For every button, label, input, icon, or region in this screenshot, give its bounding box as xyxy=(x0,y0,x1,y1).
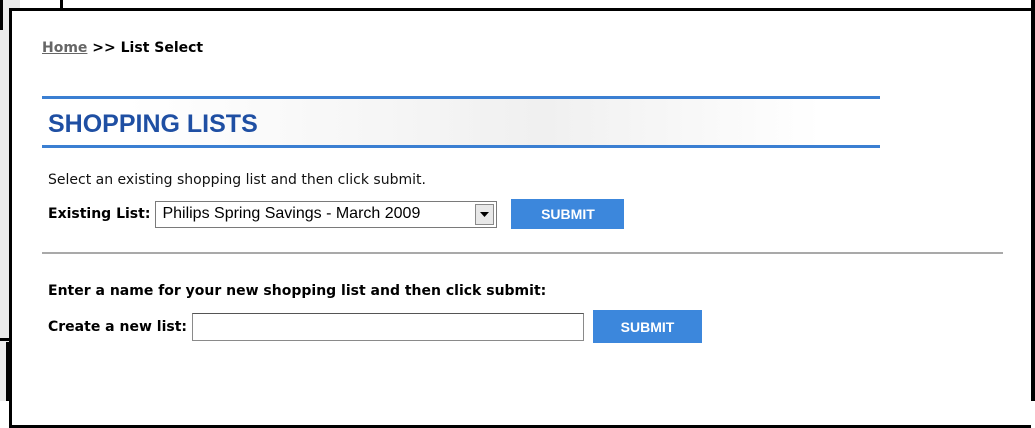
existing-list-row: Existing List: Philips Spring Savings - … xyxy=(48,199,625,229)
existing-list-submit-button[interactable]: SUBMIT xyxy=(511,199,625,229)
page-title: SHOPPING LISTS xyxy=(48,110,258,138)
new-list-instruction: Enter a name for your new shopping list … xyxy=(48,283,547,299)
existing-list-select[interactable]: Philips Spring Savings - March 2009 xyxy=(155,200,498,228)
new-list-label: Create a new list: xyxy=(48,318,187,335)
breadcrumb-home-link[interactable]: Home xyxy=(42,40,87,56)
breadcrumb: Home >> List Select xyxy=(42,40,203,56)
new-list-submit-button[interactable]: SUBMIT xyxy=(593,310,702,343)
existing-list-label: Existing List: xyxy=(48,206,151,222)
section-divider xyxy=(42,252,1003,254)
breadcrumb-current: List Select xyxy=(120,40,204,56)
section-header-bottom-rule xyxy=(42,145,880,148)
new-list-row: Create a new list: SUBMIT xyxy=(48,310,702,343)
existing-list-selected-value: Philips Spring Savings - March 2009 xyxy=(162,204,421,222)
background-window-border xyxy=(1031,0,1035,401)
background-window-border xyxy=(0,0,3,30)
new-list-name-input[interactable] xyxy=(192,312,584,341)
chevron-down-icon[interactable] xyxy=(475,203,495,225)
breadcrumb-separator: >> xyxy=(92,40,116,56)
section-header: SHOPPING LISTS xyxy=(42,96,880,148)
existing-list-instruction: Select an existing shopping list and the… xyxy=(48,172,426,188)
section-header-band: SHOPPING LISTS xyxy=(42,99,880,145)
